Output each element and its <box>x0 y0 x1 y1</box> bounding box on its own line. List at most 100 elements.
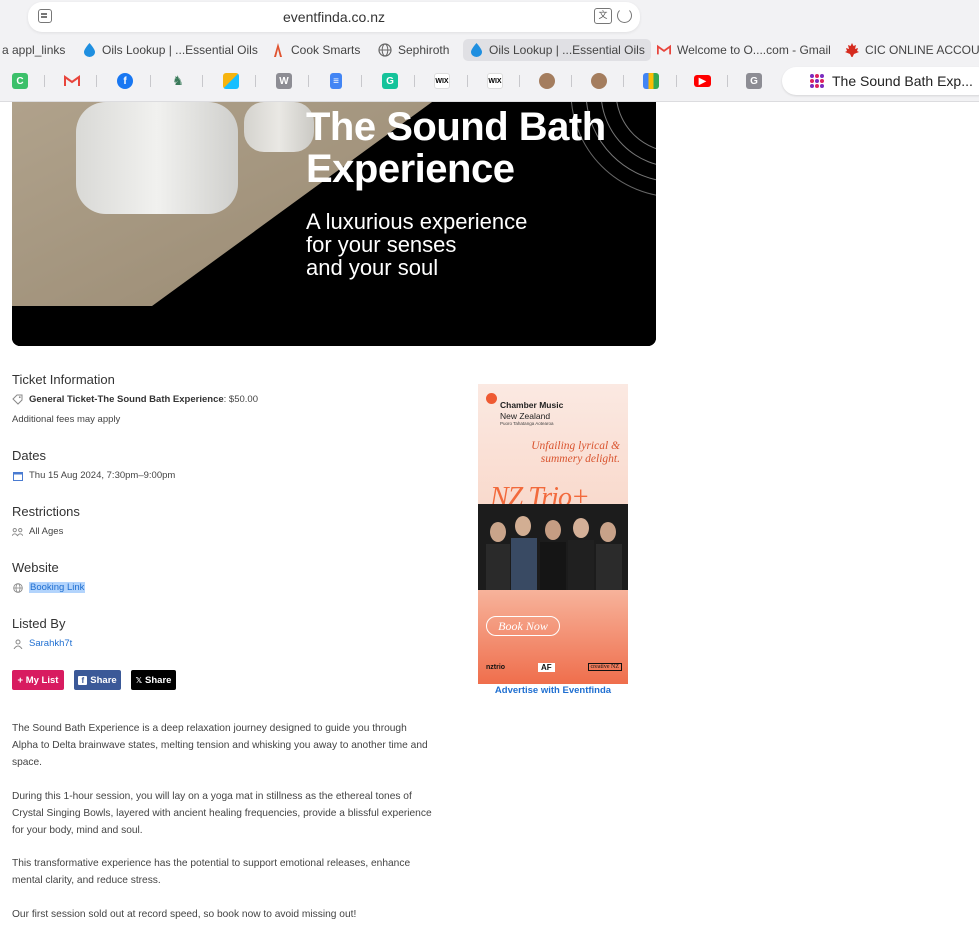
tab-icon-g[interactable]: G <box>746 73 762 89</box>
age-restriction: All Ages <box>29 526 64 537</box>
tab-separator <box>150 75 151 87</box>
event-date: Thu 15 Aug 2024, 7:30pm–9:00pm <box>29 470 176 481</box>
favorite-label: Welcome to O....com - Gmail <box>677 43 831 57</box>
profile-photo-icon[interactable] <box>591 73 607 89</box>
chef-icon <box>271 43 285 57</box>
droplet-icon <box>82 43 96 57</box>
event-hero-banner: The Sound Bath Experience A luxurious ex… <box>12 102 656 346</box>
facebook-share-label: Share <box>90 674 117 686</box>
tab-separator <box>676 75 677 87</box>
lister-username[interactable]: Sarahkh7t <box>29 638 72 649</box>
analytics-icon[interactable] <box>643 73 659 89</box>
people-icon <box>12 526 23 537</box>
hero-subtitle-line: A luxurious experience <box>306 209 528 234</box>
favorite-label: CIC ONLINE ACCOUNT <box>865 43 979 57</box>
website-heading: Website <box>12 560 59 575</box>
facebook-icon[interactable]: f <box>117 73 133 89</box>
ad-tagline: Unfailing lyrical & summery delight. <box>478 440 620 466</box>
deer-icon[interactable]: ♞ <box>170 73 186 89</box>
youtube-icon[interactable]: ▶ <box>694 75 711 87</box>
wix-icon[interactable]: WIX <box>487 73 503 89</box>
add-to-my-list-button[interactable]: + My List <box>12 670 64 690</box>
ticket-fees-note: Additional fees may apply <box>12 414 121 425</box>
hero-subtitle-line: and your soul <box>306 255 439 280</box>
tab-separator <box>467 75 468 87</box>
tab-separator <box>623 75 624 87</box>
ad-org-maori-name: Puoro Tahatanga Aotearoa <box>500 421 554 426</box>
favorite-item[interactable]: Cook Smarts <box>265 39 366 61</box>
af-logo: AF <box>537 662 555 672</box>
ad-org-name: Chamber Music <box>500 400 564 410</box>
dates-heading: Dates <box>12 448 46 463</box>
hero-title: The Sound Bath Experience <box>306 106 606 190</box>
globe-icon <box>12 582 23 593</box>
gmail-icon[interactable] <box>64 73 80 89</box>
translate-icon[interactable]: 文 <box>594 8 612 24</box>
favorite-item[interactable]: Oils Lookup | ...Essential Oils <box>76 39 264 61</box>
ticket-info-heading: Ticket Information <box>12 372 115 387</box>
booking-link[interactable]: Booking Link <box>29 582 86 593</box>
tab-icon-c[interactable]: C <box>12 73 28 89</box>
profile-photo-icon[interactable] <box>539 73 555 89</box>
user-icon <box>12 638 23 649</box>
tab-separator <box>361 75 362 87</box>
tab-separator <box>44 75 45 87</box>
grammarly-icon[interactable]: G <box>382 73 398 89</box>
hero-subtitle: A luxurious experience for your senses a… <box>306 210 606 279</box>
favorite-item[interactable]: Welcome to O....com - Gmail <box>651 39 837 61</box>
facebook-share-button[interactable]: f Share <box>74 670 121 690</box>
favorite-item[interactable]: Sephiroth <box>372 39 455 61</box>
tab-icon-w[interactable]: W <box>276 73 292 89</box>
listed-by-heading: Listed By <box>12 616 66 631</box>
website-row: Booking Link <box>12 582 86 593</box>
ad-tagline-line: summery delight. <box>540 453 620 465</box>
favorite-label: Cook Smarts <box>291 43 361 57</box>
browser-chrome: eventfinda.co.nz 文 a appl_links Oils Loo… <box>0 0 979 102</box>
eventfinda-icon <box>810 74 824 88</box>
ticket-name: General Ticket-The Sound Bath Experience <box>29 394 224 405</box>
advert-banner[interactable]: Chamber Music New Zealand Puoro Tahatang… <box>478 384 628 684</box>
favorite-label: Oils Lookup | ...Essential Oils <box>102 43 258 57</box>
favorite-item[interactable]: Oils Lookup | ...Essential Oils <box>463 39 651 61</box>
active-tab-title: The Sound Bath Exp... <box>832 73 973 89</box>
x-logo-icon: 𝕏 <box>135 675 143 685</box>
restrictions-row: All Ages <box>12 526 63 537</box>
favorite-label: Oils Lookup | ...Essential Oils <box>489 43 645 57</box>
advertise-with-eventfinda-link[interactable]: Advertise with Eventfinda <box>478 685 628 696</box>
favorite-item[interactable]: CIC ONLINE ACCOUNT <box>839 39 979 61</box>
ad-org-name-line2: New Zealand <box>500 411 551 421</box>
favorite-label: a appl_links <box>2 43 66 57</box>
tab-bar: C f ♞ W ≡ G WIX WIX ▶ G The Sound Bath E… <box>0 66 979 96</box>
tab-separator <box>571 75 572 87</box>
tab-separator <box>519 75 520 87</box>
favorites-bar: a appl_links Oils Lookup | ...Essential … <box>0 37 979 63</box>
droplet-icon <box>469 43 483 57</box>
favorite-label: Sephiroth <box>398 43 450 57</box>
favorite-item[interactable]: a appl_links <box>0 39 71 61</box>
ticket-price: : $50.00 <box>223 394 258 405</box>
ad-book-now-button[interactable]: Book Now <box>486 616 560 636</box>
ticket-tag-icon <box>12 394 23 405</box>
reload-icon[interactable] <box>617 8 632 23</box>
description-paragraph: This transformative experience has the p… <box>12 858 411 886</box>
globe-icon <box>378 43 392 57</box>
google-docs-icon[interactable]: ≡ <box>330 73 342 89</box>
address-bar[interactable]: eventfinda.co.nz 文 <box>28 2 640 32</box>
description-paragraph: During this 1-hour session, you will lay… <box>12 791 432 836</box>
ad-musicians-photo <box>478 504 628 590</box>
tab-separator <box>308 75 309 87</box>
maple-leaf-icon <box>845 43 859 57</box>
ticket-row: General Ticket-The Sound Bath Experience… <box>12 394 258 405</box>
airtable-icon[interactable] <box>223 73 239 89</box>
url-text[interactable]: eventfinda.co.nz <box>28 9 640 25</box>
wix-icon[interactable]: WIX <box>434 73 450 89</box>
listed-by-row: Sarahkh7t <box>12 638 72 649</box>
tab-separator <box>255 75 256 87</box>
active-tab[interactable]: The Sound Bath Exp... <box>782 67 979 95</box>
dates-row: Thu 15 Aug 2024, 7:30pm–9:00pm <box>12 470 175 481</box>
restrictions-heading: Restrictions <box>12 504 80 519</box>
description-paragraph: Our first session sold out at record spe… <box>12 909 357 920</box>
x-share-button[interactable]: 𝕏 Share <box>131 670 176 690</box>
description-paragraph: The Sound Bath Experience is a deep rela… <box>12 723 428 768</box>
nztrio-logo: nztrio <box>486 663 506 671</box>
